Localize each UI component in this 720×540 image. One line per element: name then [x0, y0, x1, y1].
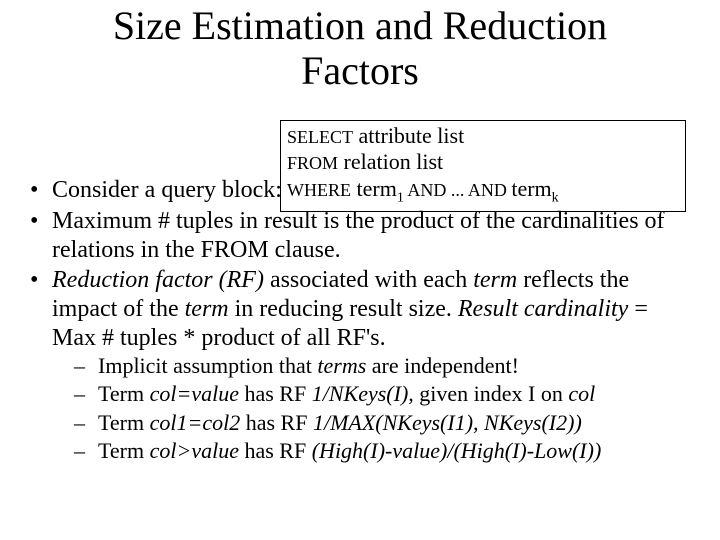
s2-f: col [568, 381, 595, 406]
s3-a: Term [98, 410, 150, 435]
bullet-2-text: Maximum # tuples in result is the produc… [52, 208, 665, 263]
sub-bullet-2: Term col=value has RF 1/NKeys(I), given … [52, 381, 695, 407]
s2-d: 1/NKeys(I), [312, 381, 414, 406]
sub-bullet-4: Term col>value has RF (High(I)-value)/(H… [52, 438, 695, 464]
sub-bullet-3: Term col1=col2 has RF 1/MAX(NKeys(I1), N… [52, 410, 695, 436]
slide-title: Size Estimation and Reduction Factors [0, 4, 720, 94]
sub-bullet-1: Implicit assumption that terms are indep… [52, 353, 695, 379]
bullet-3: Reduction factor (RF) associated with ea… [30, 266, 695, 464]
sql-from-keyword: FROM [287, 153, 338, 173]
s1-a: Implicit assumption that [98, 353, 317, 378]
s4-d: (High(I)-value)/(High(I)-Low(I)) [312, 438, 602, 463]
bullet-1-text: Consider a query block: [52, 177, 282, 203]
b3-part-e: term [185, 296, 229, 322]
s2-c: has RF [239, 381, 312, 406]
b3-part-c: term [473, 267, 517, 293]
sql-select-line: SELECT attribute list [287, 123, 679, 149]
bullet-1: Consider a query block: [30, 176, 695, 205]
b3-part-a: Reduction factor (RF) [52, 267, 264, 293]
s1-b: terms [317, 353, 366, 378]
s3-d: 1/MAX(NKeys(I1), NKeys(I2)) [313, 410, 582, 435]
s4-a: Term [98, 438, 150, 463]
b3-part-g: Result cardinality [458, 296, 628, 322]
s4-c: has RF [239, 438, 312, 463]
sql-select-keyword: SELECT [287, 127, 353, 147]
sql-select-rest: attribute list [353, 123, 464, 148]
s3-b: col1=col2 [150, 410, 241, 435]
sql-from-line: FROM relation list [287, 149, 679, 175]
body-text: Consider a query block: Maximum # tuples… [30, 176, 695, 466]
b3-part-f: in reducing result size. [229, 296, 458, 322]
s2-e: given index I on [414, 381, 569, 406]
s4-b: col>value [150, 438, 239, 463]
title-line-1: Size Estimation and Reduction [113, 3, 607, 48]
title-line-2: Factors [301, 48, 419, 93]
s3-c: has RF [240, 410, 313, 435]
s2-a: Term [98, 381, 150, 406]
s2-b: col=value [150, 381, 239, 406]
b3-part-b: associated with each [264, 267, 473, 293]
s1-c: are independent! [366, 353, 519, 378]
bullet-2: Maximum # tuples in result is the produc… [30, 207, 695, 265]
sql-from-rest: relation list [338, 149, 443, 174]
sub-bullets: Implicit assumption that terms are indep… [52, 353, 695, 465]
